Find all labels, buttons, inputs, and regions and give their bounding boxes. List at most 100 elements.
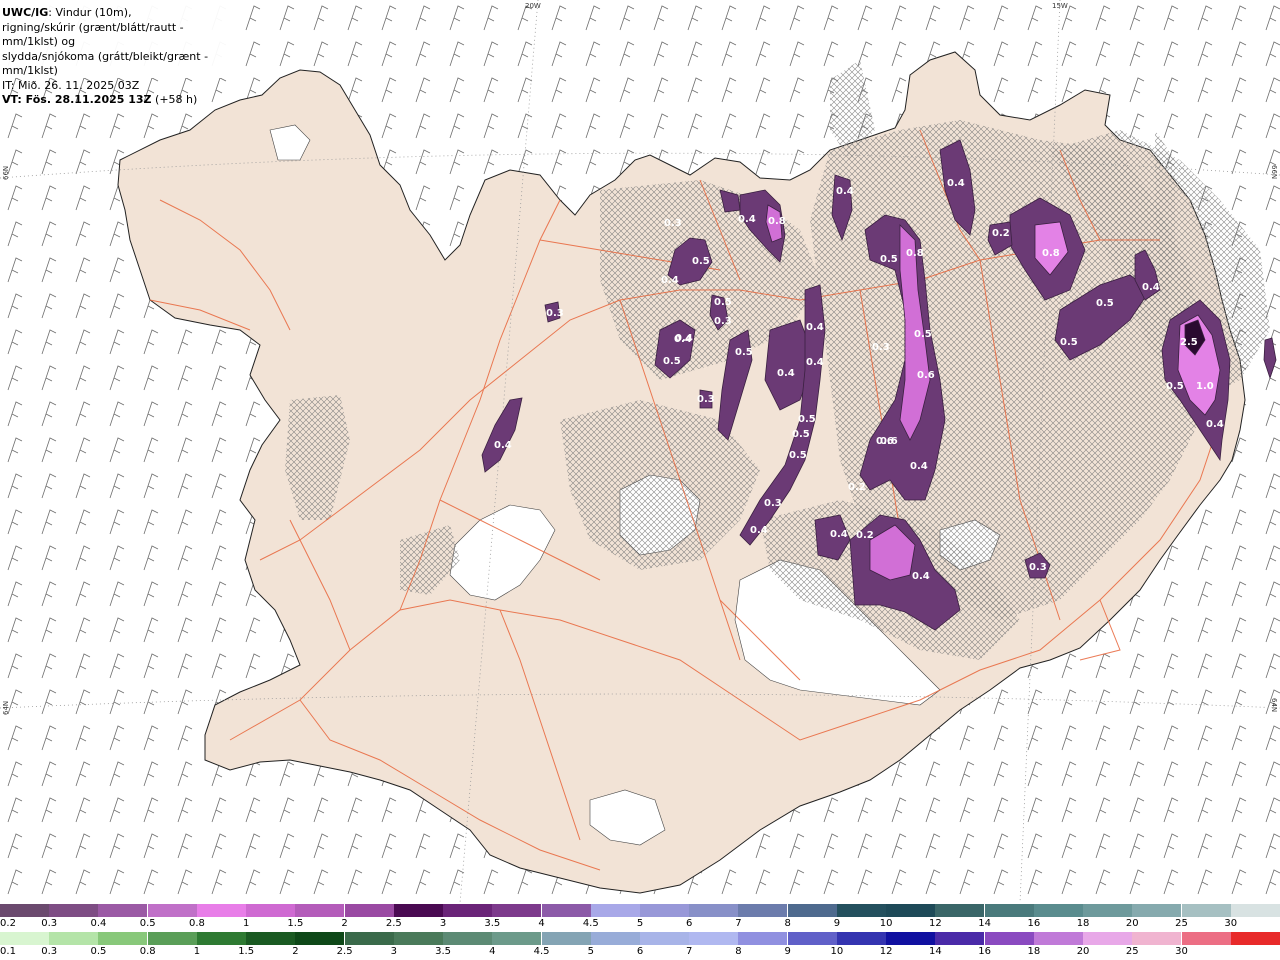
precip-label: 0.3 <box>697 394 715 405</box>
legend-rain-color-cell <box>1083 932 1134 945</box>
legend-rain-color-cell <box>0 932 50 945</box>
title-line-1: UWC/IG: Vindur (10m), <box>2 6 240 21</box>
precip-label: 0.5 <box>792 429 810 440</box>
legend-snow-tick-label: 10 <box>879 918 893 929</box>
legend-snow-tick-label: 2 <box>341 918 348 929</box>
precip-label: 0.4 <box>1206 419 1224 430</box>
legend-rain-colorbar <box>0 932 1280 945</box>
legend-snow-color-cell <box>787 904 838 917</box>
precip-label: 0.4 <box>494 440 512 451</box>
precip-label: 0.2 <box>848 482 866 493</box>
precip-label: 0.4 <box>910 461 928 472</box>
legend-rain-tick-label: 4 <box>489 946 496 957</box>
legend-snow-tick-label: 4 <box>538 918 545 929</box>
legend-rain-tick-label: 18 <box>1027 946 1041 957</box>
legend-snow-color-cell <box>196 904 247 917</box>
legend-snow-color-cell <box>1132 904 1183 917</box>
legend-rain-color-cell <box>1181 932 1232 945</box>
legend-rain-color-cell <box>147 932 198 945</box>
legend-snow-color-cell <box>836 904 887 917</box>
legend-rain-color-cell <box>196 932 247 945</box>
lon-label-20w: 20W <box>525 2 541 10</box>
title-line1-rest: : Vindur (10m), <box>48 6 132 19</box>
lat-label-64n-left: 64N <box>2 701 10 715</box>
precip-label: 2.5 <box>1180 337 1198 348</box>
legend-rain-color-cell <box>1132 932 1183 945</box>
legend-rain-color-cell <box>984 932 1035 945</box>
legend-snow-color-cell <box>1230 904 1280 917</box>
legend-rain-color-cell <box>98 932 149 945</box>
valid-time-line: VT: Fös. 28.11.2025 13Z (+58 h) <box>2 93 240 108</box>
legend-snow-tick-label: 0.4 <box>90 918 107 929</box>
legend-snow-color-cell <box>640 904 690 917</box>
legend-snow-color-cell <box>689 904 740 917</box>
legend-rain-tick-label: 0.8 <box>139 946 156 957</box>
legend-snow-tick-label: 1.5 <box>287 918 304 929</box>
precip-label: 0.4 <box>806 322 824 333</box>
legend-snow-color-cell <box>295 904 346 917</box>
legend-snow-tick-label: 3.5 <box>484 918 501 929</box>
map-title-box: UWC/IG: Vindur (10m), rigning/skúrir (gr… <box>0 0 240 106</box>
legend-snow-colorbar <box>0 904 1280 917</box>
legend-rain-color-cell <box>836 932 887 945</box>
legend-rain-tick-label: 2 <box>292 946 299 957</box>
precip-label: 0.5 <box>789 450 807 461</box>
legend-snow-tick-label: 0.2 <box>0 918 16 929</box>
lat-label-66n-left: 66N <box>2 166 10 180</box>
precip-label: 0.4 <box>947 178 965 189</box>
legend-rain-tick-label: 0.3 <box>41 946 58 957</box>
legend-snow-tick-label: 8 <box>784 918 791 929</box>
legend-snow-color-cell <box>492 904 543 917</box>
legend-rain-color-cell <box>1230 932 1280 945</box>
legend-rain-color-cell <box>541 932 592 945</box>
precip-label: 0.3 <box>714 316 732 327</box>
model-name: UWC/IG <box>2 6 49 19</box>
precip-label: 0.3 <box>764 498 782 509</box>
precip-label: 0.5 <box>1060 337 1078 348</box>
legend-rain-color-cell <box>246 932 297 945</box>
legend-snow-tick-label: 0.8 <box>188 918 205 929</box>
legend-rain-color-cell <box>886 932 937 945</box>
precip-label: 1.0 <box>1196 381 1214 392</box>
legend-rain-tick-label: 8 <box>735 946 742 957</box>
legend-snow-tick-label: 0.3 <box>41 918 58 929</box>
legend-snow-color-cell <box>1181 904 1232 917</box>
legend-rain-color-cell <box>344 932 395 945</box>
legend-rain-tick-label: 25 <box>1125 946 1139 957</box>
title-line-3: slydda/snjókoma (grátt/bleikt/grænt - mm… <box>2 49 209 78</box>
precip-label: 0.4 <box>1142 282 1160 293</box>
precip-label: 0.5 <box>914 329 932 340</box>
legend-snow-tick-label: 14 <box>978 918 991 929</box>
legend-snow-tick-label: 6 <box>686 918 693 929</box>
precip-label: 0.5 <box>663 356 681 367</box>
legend-snow-color-cell <box>49 904 100 917</box>
legend-snow-tick-label: 25 <box>1175 918 1188 929</box>
legend-rain-tick-label: 1.5 <box>238 946 255 957</box>
legend-snow-color-cell <box>590 904 641 917</box>
legend-snow-color-cell <box>1033 904 1084 917</box>
precip-label: 0.6 <box>880 436 898 447</box>
precip-label: 0.2 <box>992 228 1010 239</box>
legend-snow-color-cell <box>886 904 937 917</box>
legend-rain-color-cell <box>738 932 789 945</box>
precip-label: 0.5 <box>798 414 816 425</box>
precip-label: 0.4 <box>830 529 848 540</box>
legend-rain-tick-label: 14 <box>929 946 942 957</box>
legend-snow-tick-label: 7 <box>735 918 742 929</box>
title-line-2: rigning/skúrir (grænt/blátt/rautt - mm/1… <box>2 20 184 49</box>
legend-rain-color-cell <box>640 932 690 945</box>
legend-rain-tick-label: 4.5 <box>533 946 550 957</box>
precip-label: 0.8 <box>1042 248 1060 259</box>
legend-rain-tick-label: 0.5 <box>90 946 107 957</box>
analysis-time: IT: Mið. 26. 11. 2025 03Z <box>2 78 140 92</box>
legend-snow-color-cell <box>147 904 198 917</box>
legend-rain-tick-label: 0.1 <box>0 946 16 957</box>
legend-rain-color-cell <box>590 932 641 945</box>
precip-label: 0.5 <box>735 347 753 358</box>
legend-rain-tick-label: 30 <box>1175 946 1188 957</box>
precip-label: 0.5 <box>714 297 732 308</box>
legend-rain-color-cell <box>49 932 100 945</box>
legend-snow-tick-label: 1 <box>242 918 250 929</box>
legend-rain-color-cell <box>295 932 346 945</box>
legend-rain-tick-label: 6 <box>636 946 644 957</box>
